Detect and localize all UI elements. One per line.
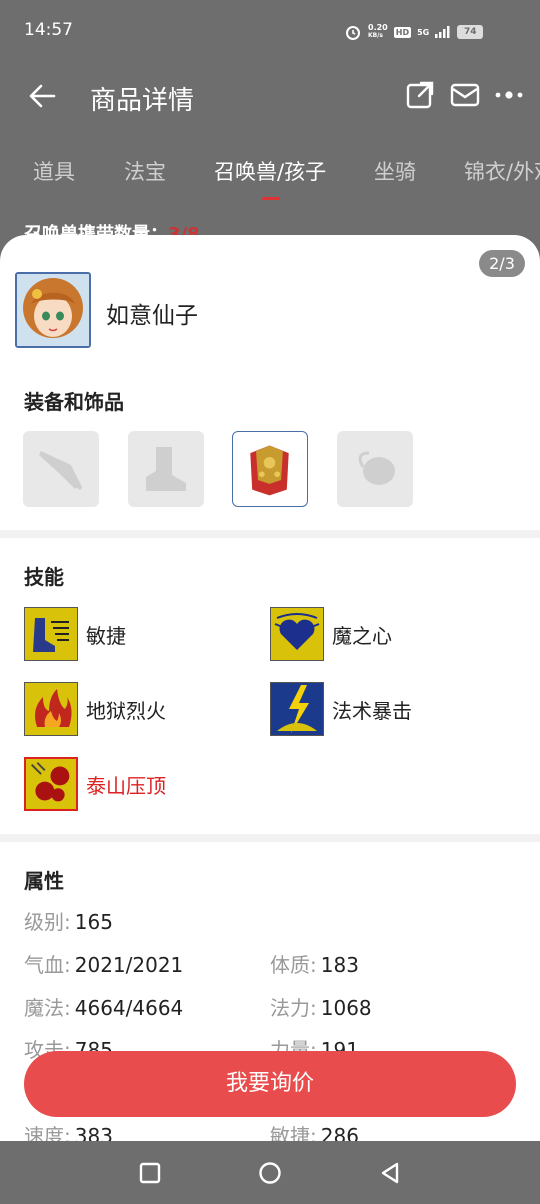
skill-label: 泰山压顶 [86, 773, 166, 798]
status-bar: 14:57 0.20 KB/s HD 5G 74 [0, 0, 540, 62]
battery-level: 74 [463, 27, 477, 37]
more-icon[interactable] [494, 80, 524, 110]
net-speed-unit: KB/s [368, 32, 383, 39]
divider [0, 834, 540, 842]
spell-crit-skill-icon [270, 682, 324, 736]
pet-avatar [15, 272, 91, 348]
net-speed-value: 0.20 [368, 23, 388, 32]
boot-slot-icon[interactable] [128, 431, 204, 507]
skill-item-highlighted[interactable]: 泰山压顶 [24, 757, 166, 811]
accessory-slot-icon[interactable] [337, 431, 413, 507]
page-title: 商品详情 [90, 86, 195, 116]
attr-label: 体质: [270, 953, 317, 977]
skill-label: 魔之心 [332, 623, 392, 648]
mail-icon[interactable] [450, 80, 480, 110]
recent-apps-icon[interactable] [138, 1161, 162, 1185]
skill-label: 法术暴击 [332, 698, 412, 723]
attr-label: 法力: [270, 996, 317, 1020]
divider [0, 530, 540, 538]
attr-speed: 速度: 383 [24, 1120, 113, 1141]
attr-label: 敏捷: [270, 1124, 317, 1141]
tab-items[interactable]: 道具 [33, 156, 75, 186]
attr-magic-power: 法力: 1068 [270, 992, 372, 1021]
attr-agility: 敏捷: 286 [270, 1120, 359, 1141]
attributes-title: 属性 [24, 869, 64, 893]
tab-mounts[interactable]: 坐骑 [374, 156, 416, 186]
attr-value: 165 [74, 910, 113, 934]
network-label: 5G [417, 27, 430, 37]
skills-title: 技能 [24, 565, 64, 589]
hellfire-skill-icon [24, 682, 78, 736]
agility-skill-icon [24, 607, 78, 661]
attr-value: 383 [74, 1124, 113, 1141]
attr-value: 183 [320, 953, 359, 977]
home-icon[interactable] [258, 1161, 282, 1185]
attr-label: 级别: [24, 910, 71, 934]
back-arrow-icon[interactable] [26, 80, 58, 112]
skill-item[interactable]: 法术暴击 [270, 682, 412, 736]
attr-hp: 气血: 2021/2021 [24, 949, 183, 978]
signal-icon [435, 26, 450, 38]
attr-value: 286 [320, 1124, 359, 1141]
attr-label: 气血: [24, 953, 71, 977]
skill-item[interactable]: 魔之心 [270, 607, 392, 661]
pet-name: 如意仙子 [106, 303, 198, 329]
status-time: 14:57 [24, 20, 73, 40]
tab-pets[interactable]: 召唤兽/孩子 [214, 156, 326, 186]
inquire-price-button[interactable]: 我要询价 [24, 1051, 516, 1117]
attr-label: 速度: [24, 1124, 71, 1141]
hd-badge: HD [393, 26, 412, 38]
pager-badge: 2/3 [479, 250, 525, 277]
app-header: 商品详情 [0, 62, 540, 132]
status-icons: 0.20 KB/s HD 5G 74 [344, 23, 484, 41]
share-icon[interactable] [405, 80, 435, 110]
armor-icon[interactable] [232, 431, 308, 507]
skill-label: 地狱烈火 [86, 698, 166, 723]
attr-value: 1068 [320, 996, 372, 1020]
pet-detail-sheet: 2/3 如意仙子 装备和饰品 技能 敏捷 魔之心 地狱烈火 法术暴击 泰山压顶 … [0, 235, 540, 1141]
attr-value: 4664/4664 [74, 996, 184, 1020]
tab-indicator [262, 197, 280, 200]
attr-constitution: 体质: 183 [270, 949, 359, 978]
skill-item[interactable]: 地狱烈火 [24, 682, 166, 736]
attr-mp: 魔法: 4664/4664 [24, 992, 183, 1021]
mount-tai-skill-icon [24, 757, 78, 811]
battery-icon: 74 [457, 25, 484, 39]
attr-label: 魔法: [24, 996, 71, 1020]
equipment-title: 装备和饰品 [24, 390, 124, 414]
system-nav-bar [0, 1141, 540, 1204]
alarm-icon [346, 26, 360, 40]
magic-heart-skill-icon [270, 607, 324, 661]
tab-treasures[interactable]: 法宝 [124, 156, 166, 186]
category-tabs: 道具 法宝 召唤兽/孩子 坐骑 锦衣/外观 [0, 140, 540, 202]
back-nav-icon[interactable] [378, 1161, 402, 1185]
skill-label: 敏捷 [86, 623, 126, 648]
attr-value: 2021/2021 [74, 953, 184, 977]
skill-item[interactable]: 敏捷 [24, 607, 126, 661]
weapon-slot-icon[interactable] [23, 431, 99, 507]
tab-outfits[interactable]: 锦衣/外观 [464, 156, 540, 186]
attr-level: 级别: 165 [24, 906, 113, 935]
